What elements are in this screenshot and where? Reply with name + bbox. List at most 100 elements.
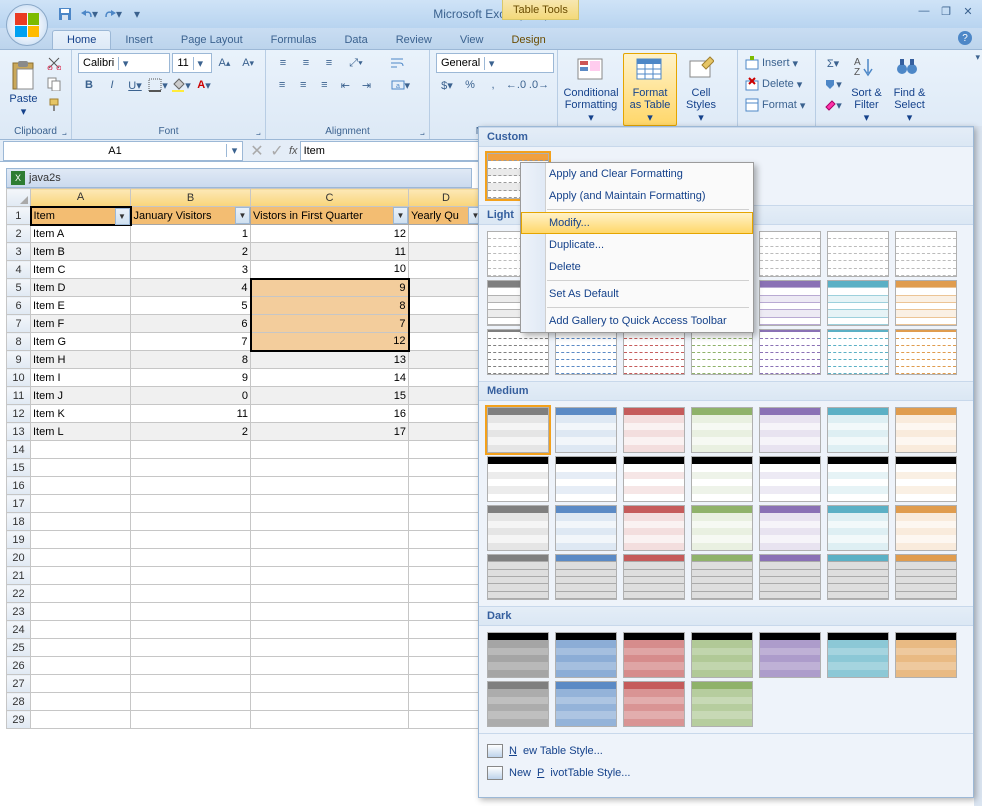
cell[interactable]: [409, 603, 484, 621]
table-style-swatch[interactable]: [623, 505, 685, 551]
qat-customize-button[interactable]: ▾: [128, 5, 146, 23]
table-style-swatch[interactable]: [487, 632, 549, 678]
table-style-swatch[interactable]: [895, 505, 957, 551]
table-style-swatch[interactable]: [895, 554, 957, 600]
cell[interactable]: [251, 657, 409, 675]
table-style-swatch[interactable]: [487, 456, 549, 502]
cell[interactable]: [409, 315, 484, 333]
row-header[interactable]: 27: [7, 675, 31, 693]
cell[interactable]: [251, 675, 409, 693]
decrease-decimal-button[interactable]: .0→: [528, 75, 550, 95]
table-style-swatch[interactable]: [487, 329, 549, 375]
qat-undo-button[interactable]: ▾: [80, 5, 98, 23]
tab-view[interactable]: View: [446, 31, 498, 49]
table-style-swatch[interactable]: [827, 407, 889, 453]
qat-redo-button[interactable]: ▾: [104, 5, 122, 23]
cell[interactable]: 2: [131, 243, 251, 261]
close-button[interactable]: ✕: [960, 4, 976, 18]
table-style-swatch[interactable]: [827, 329, 889, 375]
table-style-swatch[interactable]: [555, 407, 617, 453]
format-cells-button[interactable]: Format▾: [744, 95, 814, 115]
cell[interactable]: [131, 675, 251, 693]
row-header[interactable]: 28: [7, 693, 31, 711]
context-menu-item[interactable]: Apply (and Maintain Formatting): [521, 185, 753, 207]
table-style-swatch[interactable]: [691, 329, 753, 375]
cell[interactable]: Item E: [31, 297, 131, 315]
cell[interactable]: [251, 531, 409, 549]
accounting-button[interactable]: $▾: [436, 75, 458, 95]
cell[interactable]: 14: [251, 369, 409, 387]
cell[interactable]: [251, 603, 409, 621]
row-header[interactable]: 10: [7, 369, 31, 387]
row-header[interactable]: 25: [7, 639, 31, 657]
row-header[interactable]: 4: [7, 261, 31, 279]
find-select-button[interactable]: Find &Select▾: [889, 53, 930, 126]
table-style-swatch[interactable]: [555, 329, 617, 375]
align-center-button[interactable]: ≡: [293, 75, 313, 95]
align-bottom-button[interactable]: ≡: [318, 53, 340, 73]
table-style-swatch[interactable]: [555, 505, 617, 551]
cell[interactable]: [131, 459, 251, 477]
cell[interactable]: 9: [251, 279, 409, 297]
increase-indent-button[interactable]: ⇥: [356, 75, 376, 95]
italic-button[interactable]: I: [101, 75, 123, 95]
context-menu-item[interactable]: Delete: [521, 256, 753, 278]
table-style-swatch[interactable]: [623, 407, 685, 453]
underline-button[interactable]: U▾: [124, 75, 146, 95]
tab-insert[interactable]: Insert: [111, 31, 167, 49]
cell[interactable]: [251, 441, 409, 459]
row-header[interactable]: 19: [7, 531, 31, 549]
bold-button[interactable]: B: [78, 75, 100, 95]
context-menu-item[interactable]: Modify...: [521, 212, 753, 234]
row-header[interactable]: 1: [7, 207, 31, 225]
cell[interactable]: [131, 621, 251, 639]
cell[interactable]: [251, 639, 409, 657]
table-style-swatch[interactable]: [487, 407, 549, 453]
cell[interactable]: [409, 495, 484, 513]
cell[interactable]: [409, 333, 484, 351]
cell[interactable]: Item A: [31, 225, 131, 243]
context-menu-item[interactable]: Add Gallery to Quick Access Toolbar: [521, 310, 753, 332]
row-header[interactable]: 23: [7, 603, 31, 621]
cell[interactable]: 11: [131, 405, 251, 423]
cell[interactable]: [131, 513, 251, 531]
filter-dropdown-button[interactable]: ▼: [235, 207, 250, 224]
row-header[interactable]: 5: [7, 279, 31, 297]
cell[interactable]: 8: [251, 297, 409, 315]
cell[interactable]: 17: [251, 423, 409, 441]
cell[interactable]: 11: [251, 243, 409, 261]
row-header[interactable]: 7: [7, 315, 31, 333]
row-header[interactable]: 26: [7, 657, 31, 675]
table-style-swatch[interactable]: [623, 329, 685, 375]
row-header[interactable]: 13: [7, 423, 31, 441]
row-header[interactable]: 29: [7, 711, 31, 729]
sort-filter-button[interactable]: AZ Sort &Filter▾: [846, 53, 887, 126]
table-style-swatch[interactable]: [827, 280, 889, 326]
clear-button[interactable]: ▾: [822, 95, 844, 115]
cell[interactable]: [131, 657, 251, 675]
cell[interactable]: Item D: [31, 279, 131, 297]
row-header[interactable]: 12: [7, 405, 31, 423]
cell[interactable]: 12: [251, 333, 409, 351]
table-style-swatch[interactable]: [827, 505, 889, 551]
orientation-button[interactable]: ⤢▾: [341, 53, 371, 73]
cell[interactable]: [31, 603, 131, 621]
context-menu-item[interactable]: Duplicate...: [521, 234, 753, 256]
cell[interactable]: [251, 459, 409, 477]
tab-formulas[interactable]: Formulas: [257, 31, 331, 49]
cell[interactable]: 8: [131, 351, 251, 369]
cell[interactable]: [409, 279, 484, 297]
row-header[interactable]: 20: [7, 549, 31, 567]
cell[interactable]: [31, 567, 131, 585]
table-header-cell[interactable]: Item▼: [31, 207, 131, 225]
align-middle-button[interactable]: ≡: [295, 53, 317, 73]
table-header-cell[interactable]: January Visitors▼: [131, 207, 251, 225]
cell[interactable]: [409, 639, 484, 657]
table-style-swatch[interactable]: [623, 681, 685, 727]
cell[interactable]: Item C: [31, 261, 131, 279]
fill-color-button[interactable]: ▾: [170, 75, 192, 95]
cell[interactable]: [251, 711, 409, 729]
table-style-swatch[interactable]: [487, 681, 549, 727]
row-header[interactable]: 2: [7, 225, 31, 243]
cell[interactable]: [131, 549, 251, 567]
